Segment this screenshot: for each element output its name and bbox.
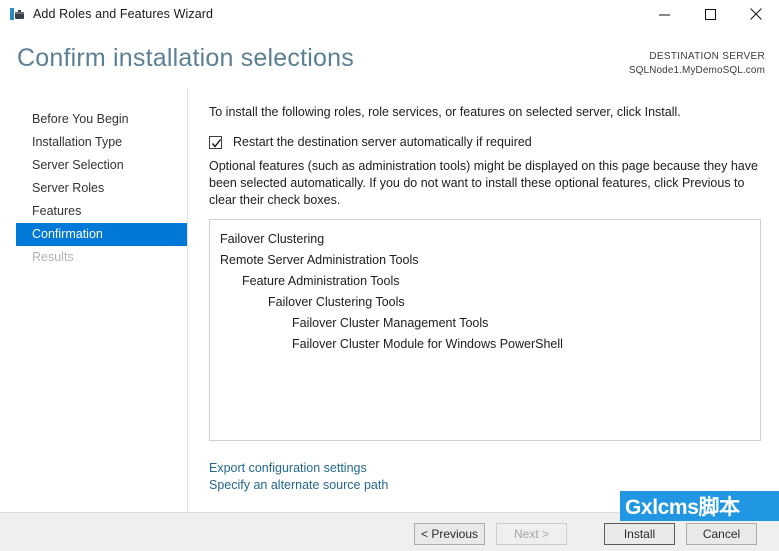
list-item: Failover Clustering Tools [268, 295, 405, 309]
destination-server-value: SQLNode1.MyDemoSQL.com [628, 64, 765, 76]
watermark-banner: Gxlcms脚本 [620, 491, 779, 521]
install-button[interactable]: Install [604, 523, 675, 545]
optional-features-note: Optional features (such as administratio… [209, 159, 758, 207]
list-item: Failover Cluster Module for Windows Powe… [292, 337, 563, 351]
window-titlebar: Add Roles and Features Wizard [0, 0, 779, 28]
restart-checkbox-label: Restart the destination server automatic… [233, 135, 532, 149]
wizard-navigation: Before You Begin Installation Type Serve… [0, 88, 188, 512]
content-links: Export configuration settings Specify an… [209, 460, 388, 494]
list-item: Failover Clustering [220, 232, 325, 246]
maximize-icon[interactable] [687, 0, 733, 28]
window-title: Add Roles and Features Wizard [33, 7, 214, 21]
selected-features-list[interactable]: Failover Clustering Remote Server Admini… [209, 219, 761, 441]
close-icon[interactable] [733, 0, 779, 28]
wizard-content: To install the following roles, role ser… [188, 88, 779, 512]
list-item: Remote Server Administration Tools [220, 253, 419, 267]
sidebar-item-before-you-begin[interactable]: Before You Begin [16, 108, 187, 131]
minimize-icon[interactable] [641, 0, 687, 28]
intro-text: To install the following roles, role ser… [209, 105, 681, 119]
sidebar-item-server-selection[interactable]: Server Selection [16, 154, 187, 177]
watermark-text: Gxlcms脚本 [625, 496, 740, 519]
sidebar-item-features[interactable]: Features [16, 200, 187, 223]
destination-server-block: DESTINATION SERVER SQLNode1.MyDemoSQL.co… [629, 50, 765, 77]
specify-alternate-source-path-link[interactable]: Specify an alternate source path [209, 477, 388, 494]
destination-server-label: DESTINATION SERVER [649, 51, 765, 62]
list-item: Feature Administration Tools [242, 274, 400, 288]
next-button: Next > [496, 523, 567, 545]
wizard-body: Before You Begin Installation Type Serve… [0, 88, 779, 512]
page-header: Confirm installation selections DESTINAT… [0, 28, 779, 88]
previous-button[interactable]: < Previous [414, 523, 485, 545]
export-configuration-settings-link[interactable]: Export configuration settings [209, 460, 388, 477]
list-item: Failover Cluster Management Tools [292, 316, 489, 330]
sidebar-item-server-roles[interactable]: Server Roles [16, 177, 187, 200]
server-manager-icon [9, 6, 25, 22]
sidebar-item-results: Results [32, 250, 74, 264]
restart-checkbox[interactable] [209, 135, 222, 149]
sidebar-item-installation-type[interactable]: Installation Type [16, 131, 187, 154]
restart-checkbox-row[interactable]: Restart the destination server automatic… [209, 135, 532, 149]
sidebar-item-confirmation[interactable]: Confirmation [16, 223, 187, 246]
window-controls [641, 0, 779, 28]
page-title: Confirm installation selections [17, 44, 354, 72]
cancel-button[interactable]: Cancel [686, 523, 757, 545]
